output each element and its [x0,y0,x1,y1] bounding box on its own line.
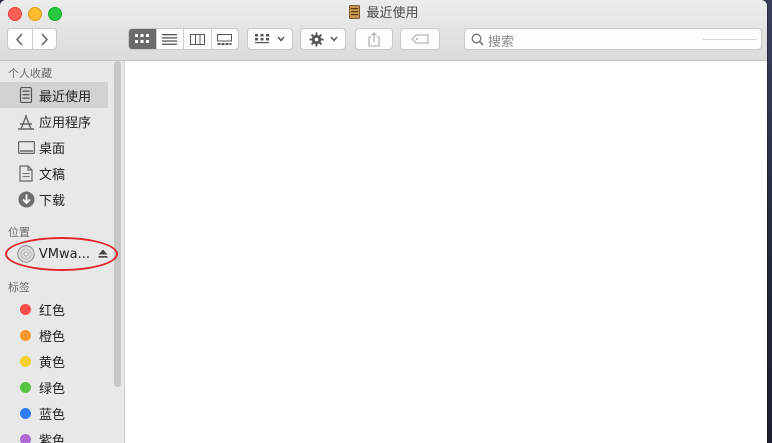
finder-window: 最近使用 搜索 个人收藏 最近使用 应用程序 桌面 文稿 下载 位置 VMwa.… [0,0,767,443]
red-tag-dot [20,303,31,315]
action-menu-button[interactable] [300,28,346,50]
tag-icon [411,34,429,44]
gear-icon [308,31,324,47]
tag-label: 绿色 [39,381,66,397]
tag-label: 橙色 [39,329,66,345]
share-icon [368,31,380,47]
yellow-tag-dot [20,355,31,367]
disc-icon [16,244,36,264]
sidebar-tag-red[interactable]: 红色 [0,296,108,322]
sidebar: 个人收藏 最近使用 应用程序 桌面 文稿 下载 位置 VMwa... 标签 红色… [0,61,125,443]
sidebar-item-vmware-disc[interactable]: VMwa... [0,241,108,267]
search-underline [703,39,757,40]
gallery-view-button[interactable] [212,29,239,49]
navigation-buttons [7,28,57,50]
file-browser-content[interactable] [125,61,767,443]
tag-label: 红色 [39,303,66,319]
sidebar-item-recents[interactable]: 最近使用 [0,82,108,108]
blue-tag-dot [20,407,31,419]
window-title-text: 最近使用 [366,6,419,21]
group-grid-icon [255,34,269,44]
sidebar-item-applications[interactable]: 应用程序 [0,108,108,134]
search-placeholder: 搜索 [488,35,515,50]
list-icon [162,33,178,45]
sidebar-item-label: VMwa... [38,246,90,262]
sidebar-tag-yellow[interactable]: 黄色 [0,348,108,374]
group-by-button[interactable] [247,28,293,50]
icon-grid-icon [135,34,150,43]
sidebar-tag-green[interactable]: 绿色 [0,374,108,400]
search-icon [471,33,484,46]
chevron-left-icon [16,32,23,46]
locations-header: 位置 [8,226,30,239]
tag-label: 黄色 [39,355,66,371]
share-button[interactable] [355,28,393,50]
sidebar-item-label: 下载 [39,193,66,209]
purple-tag-dot [20,433,31,443]
desktop-icon [16,137,36,157]
gallery-icon [217,33,233,45]
eject-icon[interactable] [98,247,108,262]
downloads-icon [16,189,36,209]
chevron-right-icon [41,32,48,46]
list-view-button[interactable] [157,29,184,49]
sidebar-item-label: 文稿 [39,167,66,183]
recents-icon [348,5,361,25]
chevron-down-icon [277,36,285,42]
view-mode-control [128,28,239,50]
window-title: 最近使用 [0,5,767,25]
columns-icon [189,33,205,45]
sidebar-tag-purple[interactable]: 紫色 [0,426,108,443]
tags-button[interactable] [400,28,440,50]
toolbar: 最近使用 搜索 [0,0,767,61]
tags-header: 标签 [8,281,30,294]
favorites-header: 个人收藏 [8,67,52,80]
tag-label: 蓝色 [39,407,66,423]
back-button[interactable] [8,29,32,49]
applications-icon [16,111,36,131]
sidebar-item-desktop[interactable]: 桌面 [0,134,108,160]
sidebar-scrollbar[interactable] [114,61,121,387]
orange-tag-dot [20,329,31,341]
column-view-button[interactable] [184,29,212,49]
sidebar-item-label: 最近使用 [39,89,92,105]
sidebar-item-label: 桌面 [39,141,66,157]
forward-button[interactable] [32,29,56,49]
tag-label: 紫色 [39,433,66,443]
sidebar-item-documents[interactable]: 文稿 [0,160,108,186]
documents-icon [16,163,36,183]
recents-icon [16,85,36,105]
sidebar-item-downloads[interactable]: 下载 [0,186,108,212]
chevron-down-icon [329,36,338,42]
search-field[interactable]: 搜索 [464,28,762,50]
sidebar-item-label: 应用程序 [39,115,92,131]
green-tag-dot [20,381,31,393]
sidebar-tag-orange[interactable]: 橙色 [0,322,108,348]
sidebar-tag-blue[interactable]: 蓝色 [0,400,108,426]
icon-view-button[interactable] [129,29,157,49]
